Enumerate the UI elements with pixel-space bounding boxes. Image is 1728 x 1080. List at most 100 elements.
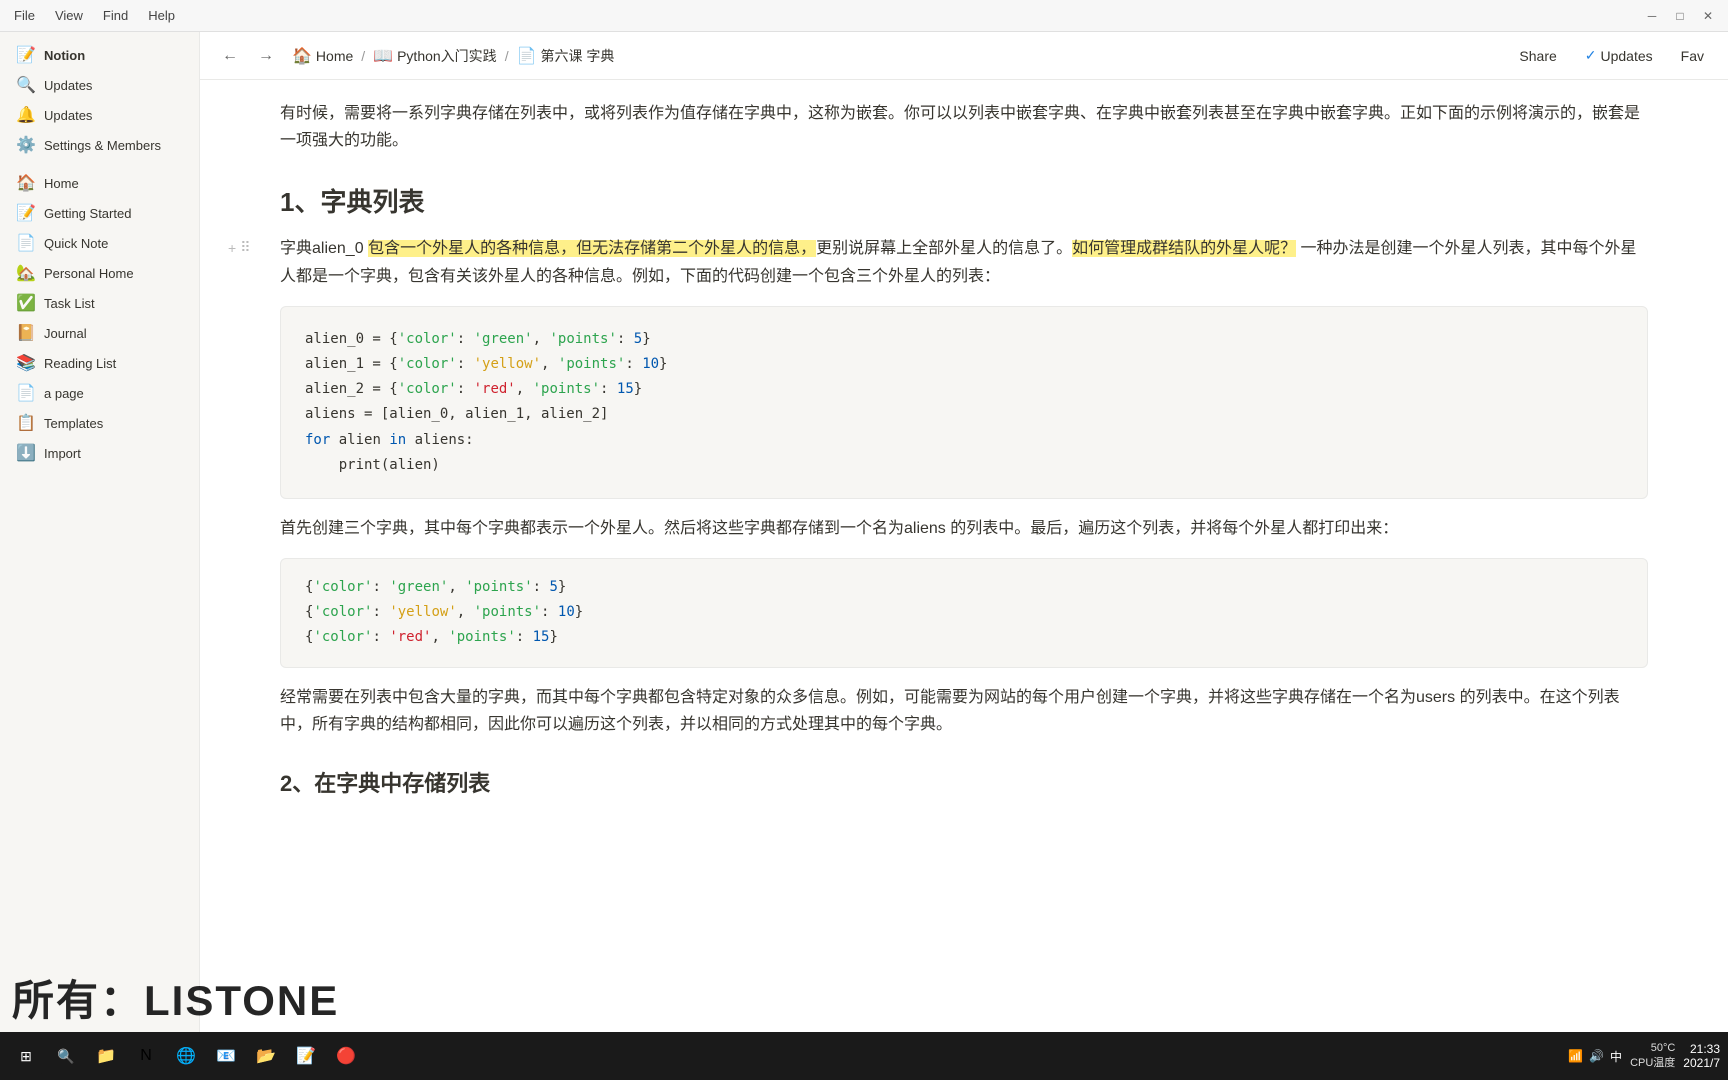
nav-forward-button[interactable]: → [252,42,280,70]
breadcrumb: 🏠 Home / 📖 Python入门实践 / 📄 第六课 字典 [288,44,1503,68]
menu-item-find[interactable]: Find [97,6,134,25]
favorites-button[interactable]: Fav [1673,44,1712,68]
volume-icon[interactable]: 🔊 [1589,1049,1604,1063]
nav-bar: ← → 🏠 Home / 📖 Python入门实践 / 📄 [200,32,1728,80]
sidebar-item-find[interactable]: 🔍 Updates [4,70,195,100]
code-line-2: alien_1 = {'color': 'yellow', 'points': … [305,352,1623,377]
clock-date: 2021/7 [1683,1056,1720,1070]
sidebar-import-label: Import [44,446,81,461]
taskbar-app2[interactable]: 📝 [288,1038,324,1074]
lesson-breadcrumb-icon: 📄 [517,46,537,66]
taskbar-email[interactable]: 📧 [208,1038,244,1074]
templates-icon: 📋 [16,413,36,433]
sidebar-quick-note-label: Quick Note [44,236,108,251]
settings-icon: ⚙️ [16,135,36,155]
taskbar: ⊞ 🔍 📁 N 🌐 📧 📂 📝 🔴 📶 🔊 中 [0,1032,1728,1080]
taskbar-file-explorer[interactable]: 📁 [88,1038,124,1074]
taskbar-notion[interactable]: N [128,1038,164,1074]
sidebar-item-quick-note[interactable]: 📄 Quick Note [4,228,195,258]
add-block-icon[interactable]: + [228,240,236,256]
clock-time: 21:33 [1683,1042,1720,1056]
sidebar-item-import[interactable]: ⬇️ Import [4,438,195,468]
app1-icon: 📂 [256,1046,276,1066]
nav-back-button[interactable]: ← [216,42,244,70]
sidebar-item-reading-list[interactable]: 📚 Reading List [4,348,195,378]
maximize-button[interactable]: □ [1668,4,1692,28]
description2-text: 首先创建三个字典，其中每个字典都表示一个外星人。然后将这些字典都存储到一个名为a… [280,515,1648,542]
home-breadcrumb-icon: 🏠 [292,46,312,66]
drag-handle-icon[interactable]: ⠿ [240,239,250,256]
section-1-title: 1、字典列表 [280,182,1648,219]
block-controls: + ⠿ [228,239,250,256]
watermark: 所有：LISTONE [0,963,351,1032]
home-icon: 🏠 [16,173,36,193]
updates-button[interactable]: ✓ Updates [1577,43,1661,68]
sidebar-item-a-page[interactable]: 📄 a page [4,378,195,408]
share-button[interactable]: Share [1511,44,1564,68]
menu-item-help[interactable]: Help [142,6,181,25]
breadcrumb-python-label: Python入门实践 [397,46,497,66]
sidebar-reading-list-label: Reading List [44,356,116,371]
section-2-title: 2、在字典中存储列表 [280,766,1648,798]
code-line-4: aliens = [alien_0, alien_1, alien_2] [305,402,1623,427]
breadcrumb-home-label: Home [316,48,353,64]
sidebar-item-personal-home[interactable]: 🏡 Personal Home [4,258,195,288]
breadcrumb-home[interactable]: 🏠 Home [288,44,357,68]
taskbar-temp-block: 50°C CPU温度 [1630,1042,1675,1070]
sidebar-item-home[interactable]: 🏠 Home [4,168,195,198]
menu-item-file[interactable]: File [8,6,41,25]
taskbar-clock[interactable]: 21:33 2021/7 [1683,1042,1720,1070]
breadcrumb-lesson[interactable]: 📄 第六课 字典 [513,44,619,68]
sidebar-updates-label: Updates [44,108,92,123]
sidebar-task-list-label: Task List [44,296,95,311]
sidebar-item-task-list[interactable]: ✅ Task List [4,288,195,318]
output-line-3: {'color': 'red', 'points': 15} [305,625,1623,650]
email-icon: 📧 [216,1046,236,1066]
search-icon: 🔍 [16,75,36,95]
nav-actions: Share ✓ Updates Fav [1511,43,1712,68]
breadcrumb-python[interactable]: 📖 Python入门实践 [369,44,501,68]
app3-icon: 🔴 [336,1046,356,1066]
highlighted-text: 包含一个外星人的各种信息，但无法存储第二个外星人的信息， [368,240,816,257]
start-button[interactable]: ⊞ [8,1038,44,1074]
file-explorer-icon: 📁 [96,1046,116,1066]
taskbar-search-icon: 🔍 [57,1048,74,1065]
python-breadcrumb-icon: 📖 [373,46,393,66]
wifi-icon[interactable]: 📶 [1568,1049,1583,1063]
title-bar-controls: ─ □ ✕ [1640,4,1720,28]
input-method-icon[interactable]: 中 [1610,1048,1622,1065]
code-line-5: for alien in aliens: [305,428,1623,453]
import-icon: ⬇️ [16,443,36,463]
taskbar-search[interactable]: 🔍 [48,1038,84,1074]
taskbar-chrome[interactable]: 🌐 [168,1038,204,1074]
sidebar-item-notion[interactable]: 📝 Notion [4,40,195,70]
share-label: Share [1519,48,1556,64]
minimize-button[interactable]: ─ [1640,4,1664,28]
quick-note-icon: 📄 [16,233,36,253]
intro-text: 有时候，需要将一系列字典存储在列表中，或将列表作为值存储在字典中，这称为嵌套。你… [280,100,1648,154]
notion-logo-icon: 📝 [16,45,36,65]
sidebar-item-settings[interactable]: ⚙️ Settings & Members [4,130,195,160]
description1-block: + ⠿ 字典alien_0 包含一个外星人的各种信息，但无法存储第二个外星人的信… [280,235,1648,289]
getting-started-icon: 📝 [16,203,36,223]
description1-text: 字典alien_0 包含一个外星人的各种信息，但无法存储第二个外星人的信息，更别… [280,235,1648,289]
app2-icon: 📝 [296,1046,316,1066]
sidebar-item-updates[interactable]: 🔔 Updates [4,100,195,130]
taskbar-app3[interactable]: 🔴 [328,1038,364,1074]
cpu-temp-label: CPU温度 [1630,1057,1675,1069]
sidebar-getting-started-label: Getting Started [44,206,131,221]
sidebar-item-templates[interactable]: 📋 Templates [4,408,195,438]
taskbar-app1[interactable]: 📂 [248,1038,284,1074]
breadcrumb-sep-2: / [505,48,509,64]
close-button[interactable]: ✕ [1696,4,1720,28]
sidebar-item-journal[interactable]: 📔 Journal [4,318,195,348]
check-icon: ✓ [1585,47,1597,64]
sidebar-personal-home-label: Personal Home [44,266,134,281]
updates-icon: 🔔 [16,105,36,125]
watermark-text: 所有：LISTONE [12,977,339,1024]
output-line-1: {'color': 'green', 'points': 5} [305,575,1623,600]
menu-item-view[interactable]: View [49,6,89,25]
content-area: ← → 🏠 Home / 📖 Python入门实践 / 📄 [200,32,1728,1032]
sidebar-item-getting-started[interactable]: 📝 Getting Started [4,198,195,228]
windows-icon: ⊞ [20,1048,32,1065]
